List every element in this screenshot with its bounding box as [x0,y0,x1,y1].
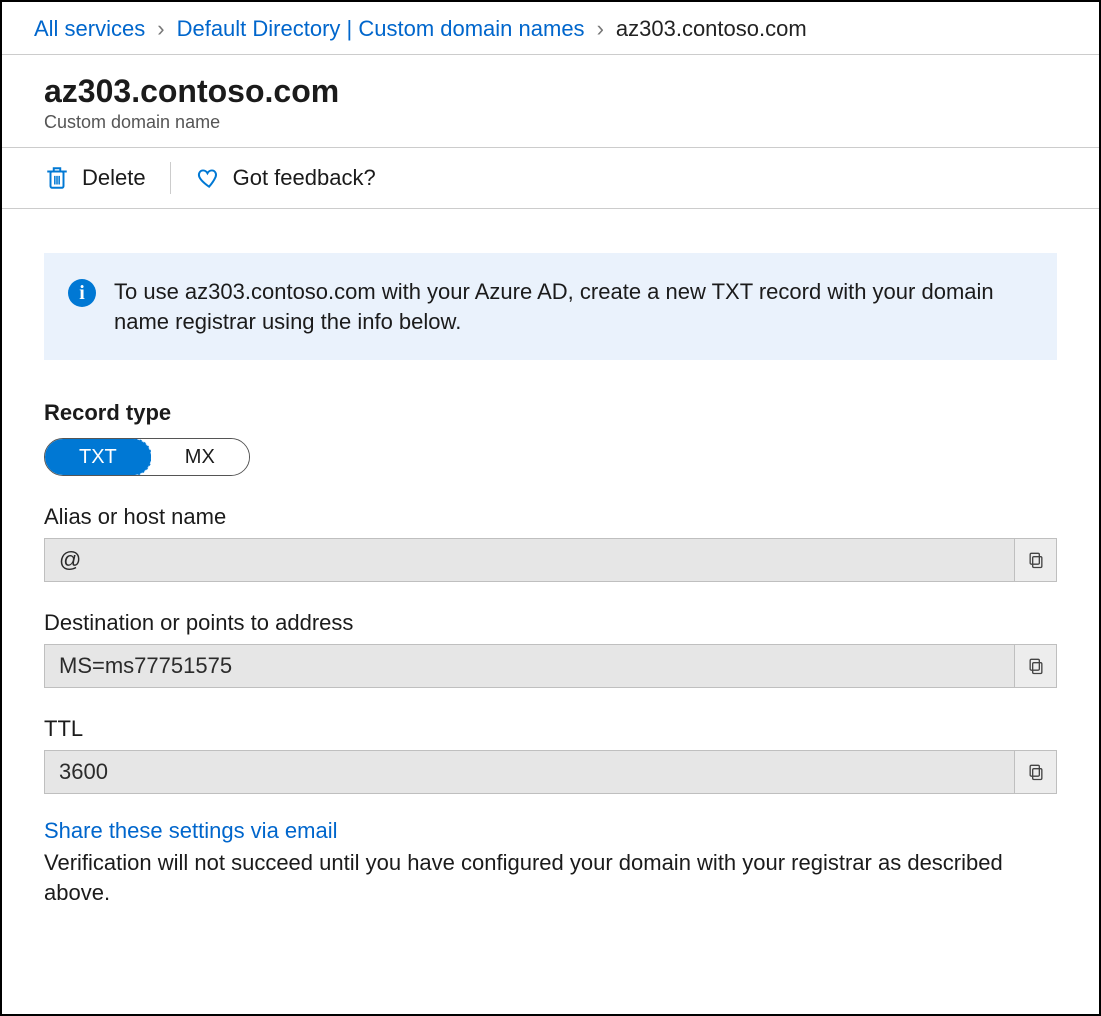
main-content: i To use az303.contoso.com with your Azu… [2,209,1099,908]
alias-field [44,538,1057,582]
record-type-mx[interactable]: MX [151,439,249,475]
page-subtitle: Custom domain name [44,112,1057,133]
ttl-input[interactable] [45,751,1014,793]
info-banner: i To use az303.contoso.com with your Azu… [44,253,1057,360]
alias-label: Alias or host name [44,504,1057,530]
ttl-label: TTL [44,716,1057,742]
copy-alias-button[interactable] [1014,539,1056,581]
chevron-right-icon: › [597,16,604,42]
feedback-label: Got feedback? [233,165,376,191]
trash-icon [44,165,70,191]
toolbar-separator [170,162,171,194]
breadcrumb-default-directory[interactable]: Default Directory | Custom domain names [177,16,585,42]
copy-icon [1026,550,1046,570]
copy-ttl-button[interactable] [1014,751,1056,793]
page-title: az303.contoso.com [44,73,1057,110]
breadcrumb: All services › Default Directory | Custo… [2,2,1099,55]
record-type-label: Record type [44,400,1057,426]
toolbar: Delete Got feedback? [2,148,1099,209]
breadcrumb-all-services[interactable]: All services [34,16,145,42]
record-type-toggle: TXT MX [44,438,250,476]
info-text: To use az303.contoso.com with your Azure… [114,277,1033,336]
ttl-field [44,750,1057,794]
alias-input[interactable] [45,539,1014,581]
copy-destination-button[interactable] [1014,645,1056,687]
info-icon: i [68,279,96,307]
copy-icon [1026,762,1046,782]
delete-label: Delete [82,165,146,191]
heart-icon [195,165,221,191]
verification-note: Verification will not succeed until you … [44,848,1057,907]
destination-field [44,644,1057,688]
feedback-button[interactable]: Got feedback? [195,165,376,191]
breadcrumb-current: az303.contoso.com [616,16,807,42]
destination-label: Destination or points to address [44,610,1057,636]
copy-icon [1026,656,1046,676]
record-type-txt[interactable]: TXT [44,438,152,476]
delete-button[interactable]: Delete [44,165,146,191]
title-bar: az303.contoso.com Custom domain name [2,55,1099,148]
destination-input[interactable] [45,645,1014,687]
chevron-right-icon: › [157,16,164,42]
share-email-link[interactable]: Share these settings via email [44,818,338,844]
